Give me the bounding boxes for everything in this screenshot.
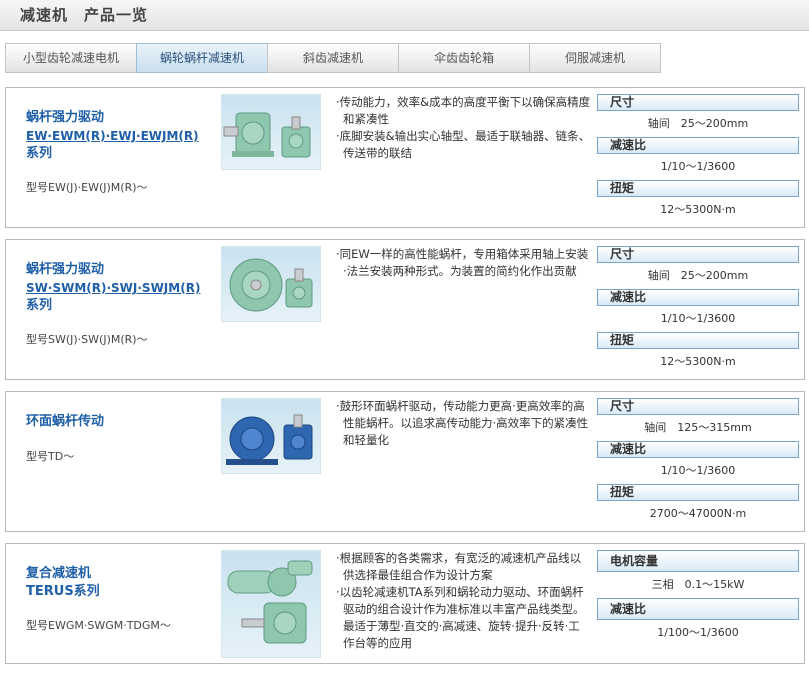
spec-panel: 尺寸 轴间 25～200mm 减速比 1/10～1/3600 扭矩 12～530… [597,94,799,223]
product-description: ·根据顾客的各类需求，有宽泛的减速机产品线以供选择最佳组合作为设计方案 ·以齿轮… [333,550,591,652]
page-title: 减速机 产品一览 [20,6,149,24]
spec-value: 1/100～1/3600 [657,626,739,639]
spec-value: 1/10～1/3600 [660,464,736,477]
product-name-line1: 蜗杆强力驱动 [26,262,105,277]
spec-value: 轴间 25～200mm [647,269,749,282]
product-photo[interactable] [221,550,321,658]
product-description: ·鼓形环面蜗杆驱动，传动能力更高·更高效率的高性能蜗杆。以追求高传动能力·高效率… [333,398,591,449]
page-header: 减速机 产品一览 [0,0,809,31]
spec-value: 轴间 25～200mm [647,117,749,130]
product-card-ew: 蜗杆强力驱动 EW·EWM(R)·EWJ·EWJM(R) 系列 型号EW(J)·… [5,87,805,228]
product-model: 型号SW(J)·SW(J)M(R)～ [26,333,148,346]
product-name-line1: 蜗杆强力驱动 [26,110,105,125]
product-description: ·同EW一样的高性能蜗杆，专用箱体采用轴上安装·法兰安装两种形式。为装置的简约化… [333,246,591,280]
spec-label: 减速比 [597,289,799,306]
category-tabs: 小型齿轮减速电机 蜗轮蜗杆减速机 斜齿减速机 伞齿齿轮箱 伺服减速机 [5,43,809,73]
product-photo[interactable] [221,94,321,170]
spec-label: 尺寸 [597,398,799,415]
spec-label: 尺寸 [597,246,799,263]
spec-panel: 电机容量 三相 0.1～15kW 减速比 1/100～1/3600 [597,550,799,646]
tab-servo-reducer[interactable]: 伺服减速机 [529,43,661,73]
spec-value: 12～5300N·m [660,355,736,368]
spec-label: 扭矩 [597,180,799,197]
spec-label: 减速比 [597,137,799,154]
description-point: ·底脚安装&输出实心轴型、最适于联轴器、链条、传送带的联结 [336,129,591,160]
spec-value: 1/10～1/3600 [660,160,736,173]
spec-label: 电机容量 [597,550,799,572]
spec-panel: 尺寸 轴间 25～200mm 减速比 1/10～1/3600 扭矩 12～530… [597,246,799,375]
spec-value: 12～5300N·m [660,203,736,216]
description-point: ·根据顾客的各类需求，有宽泛的减速机产品线以供选择最佳组合作为设计方案 [336,551,582,582]
spec-label: 尺寸 [597,94,799,111]
product-model: 型号EWGM·SWGM·TDGM～ [26,619,171,632]
product-card-td: 环面蜗杆传动 型号TD～ ·鼓形环面蜗杆驱动，传动能力更高·更高效率的高性能蜗杆… [5,391,805,532]
product-name-suffix: 系列 [26,298,53,313]
worm-gear-image [226,414,313,465]
product-model: 型号EW(J)·EW(J)M(R)～ [26,181,148,194]
product-card-sw: 蜗杆强力驱动 SW·SWM(R)·SWJ·SWJM(R) 系列 型号SW(J)·… [5,239,805,380]
tab-small-gear-motor[interactable]: 小型齿轮减速电机 [5,43,137,73]
compound-reducer-image [227,560,313,644]
product-description: ·传动能力，效率&成本的高度平衡下以确保高精度和紧凑性 ·底脚安装&输出实心轴型… [333,94,591,162]
description-point: ·鼓形环面蜗杆驱动，传动能力更高·更高效率的高性能蜗杆。以追求高传动能力·高效率… [336,399,589,447]
product-name-link[interactable]: 蜗杆强力驱动 EW·EWM(R)·EWJ·EWJM(R) 系列 [26,109,199,163]
product-name-suffix: 系列 [26,146,53,161]
spec-label: 扭矩 [597,484,799,501]
product-name-link[interactable]: 蜗杆强力驱动 SW·SWM(R)·SWJ·SWJM(R) 系列 [26,261,200,315]
spec-label: 减速比 [597,441,799,458]
spec-label: 扭矩 [597,332,799,349]
spec-value: 2700～47000N·m [649,507,747,520]
tab-worm-gear-reducer[interactable]: 蜗轮蜗杆减速机 [136,43,268,73]
product-name-line1: 复合减速机 [26,566,92,581]
description-point: ·传动能力，效率&成本的高度平衡下以确保高精度和紧凑性 [336,95,591,126]
spec-value: 轴间 125～315mm [644,421,752,434]
spec-label: 减速比 [597,598,799,620]
description-point: ·同EW一样的高性能蜗杆，专用箱体采用轴上安装·法兰安装两种形式。为装置的简约化… [336,247,589,278]
worm-gear-image [229,258,313,312]
product-name-series: EW·EWM(R)·EWJ·EWJM(R) [26,129,199,143]
product-photo[interactable] [221,246,321,322]
product-photo[interactable] [221,398,321,474]
worm-gear-image [223,112,311,158]
tab-helical-reducer[interactable]: 斜齿减速机 [267,43,399,73]
description-point: ·以齿轮减速机TA系列和蜗轮动力驱动、环面蜗杆驱动的组合设计作为准标准以丰富产品… [336,585,585,650]
spec-value: 三相 0.1～15kW [651,578,745,591]
product-card-terus: 复合减速机 TERUS系列 型号EWGM·SWGM·TDGM～ ·根据顾客的各类… [5,543,805,664]
product-name-link[interactable]: 环面蜗杆传动 [26,413,104,431]
product-name-series: SW·SWM(R)·SWJ·SWJM(R) [26,281,201,295]
product-name-series: TERUS系列 [26,584,100,599]
tab-bevel-gearbox[interactable]: 伞齿齿轮箱 [398,43,530,73]
spec-panel: 尺寸 轴间 125～315mm 减速比 1/10～1/3600 扭矩 2700～… [597,398,799,527]
spec-value: 1/10～1/3600 [660,312,736,325]
product-name-link[interactable]: 复合减速机 TERUS系列 [26,565,100,601]
product-name-line1: 环面蜗杆传动 [26,414,105,429]
product-model: 型号TD～ [26,450,75,463]
